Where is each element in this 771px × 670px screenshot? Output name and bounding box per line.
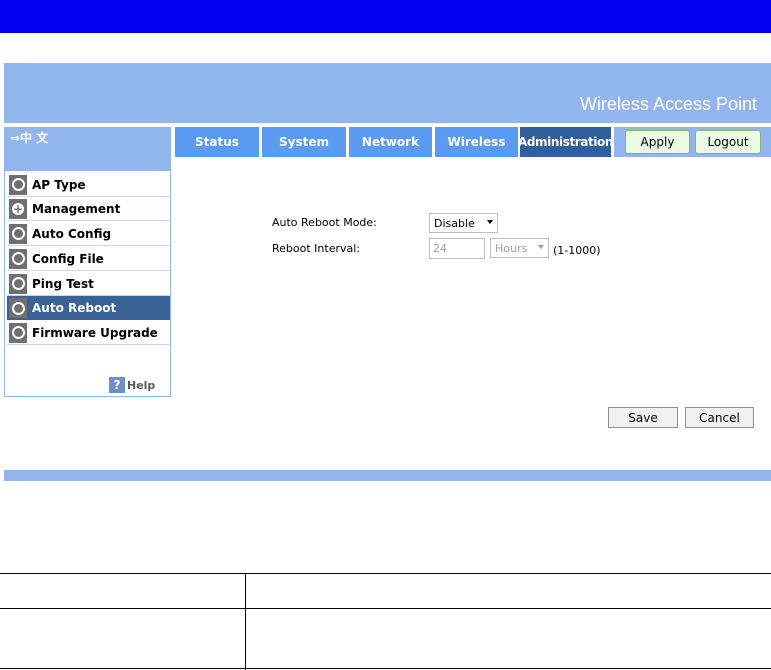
table-top-line bbox=[0, 573, 771, 574]
auto-reboot-mode-value: Disable bbox=[434, 216, 475, 230]
tab-wireless[interactable]: Wireless bbox=[435, 127, 518, 157]
tab-administration[interactable]: Administration bbox=[517, 127, 614, 157]
tab-system[interactable]: System bbox=[262, 127, 346, 157]
tab-system-label: System bbox=[279, 135, 329, 149]
cancel-button[interactable]: Cancel bbox=[685, 407, 754, 428]
table-bottom-line bbox=[0, 668, 771, 669]
chevron-down-icon bbox=[487, 220, 493, 224]
ring-icon bbox=[9, 248, 27, 269]
tab-status[interactable]: Status bbox=[175, 127, 259, 157]
help-link[interactable]: ? Help bbox=[109, 377, 155, 393]
help-label: Help bbox=[127, 378, 156, 392]
apply-button[interactable]: Apply bbox=[625, 130, 690, 154]
plus-icon: + bbox=[9, 198, 27, 219]
ring-icon bbox=[9, 223, 27, 244]
sidebar-item-label: Ping Test bbox=[32, 276, 94, 291]
chevron-down-icon bbox=[538, 245, 544, 249]
sidebar-item-ping-test[interactable]: Ping Test bbox=[7, 272, 170, 296]
sidebar-item-label: AP Type bbox=[32, 177, 86, 192]
tab-wireless-label: Wireless bbox=[447, 135, 506, 149]
auto-reboot-mode-label: Auto Reboot Mode: bbox=[272, 216, 377, 229]
sidebar-item-label: Firmware Upgrade bbox=[32, 325, 158, 340]
sidebar-item-ap-type[interactable]: AP Type bbox=[7, 173, 170, 197]
help-icon: ? bbox=[109, 377, 125, 393]
sidebar-header bbox=[4, 157, 171, 171]
auto-reboot-mode-select[interactable]: Disable bbox=[429, 213, 498, 233]
banner: Wireless Access Point bbox=[4, 63, 771, 123]
footer-bar bbox=[4, 470, 771, 481]
sidebar-item-label: Auto Reboot bbox=[32, 301, 117, 315]
reboot-interval-label: Reboot Interval: bbox=[272, 242, 360, 255]
sidebar: AP Type + Management Auto Config Config … bbox=[4, 171, 171, 397]
ring-icon bbox=[9, 273, 27, 294]
sidebar-item-label: Config File bbox=[32, 251, 104, 266]
table-header-line bbox=[0, 608, 771, 609]
sidebar-item-auto-reboot[interactable]: Auto Reboot bbox=[7, 296, 170, 320]
sidebar-item-label: Auto Config bbox=[32, 226, 112, 241]
sidebar-item-auto-config[interactable]: Auto Config bbox=[7, 222, 170, 246]
reboot-interval-unit-value: Hours bbox=[495, 241, 528, 255]
tab-status-label: Status bbox=[195, 135, 239, 149]
table-column-divider bbox=[245, 573, 246, 670]
ring-icon bbox=[9, 298, 27, 318]
language-row: ⇒中 文 bbox=[4, 127, 171, 157]
reboot-interval-input[interactable]: 24 bbox=[429, 238, 485, 259]
save-button[interactable]: Save bbox=[608, 407, 678, 428]
sidebar-item-config-file[interactable]: Config File bbox=[7, 247, 170, 271]
tab-network-label: Network bbox=[361, 135, 420, 149]
language-link[interactable]: ⇒中 文 bbox=[10, 129, 48, 146]
top-bar bbox=[0, 0, 771, 33]
ring-icon bbox=[9, 174, 27, 195]
ring-icon bbox=[9, 322, 27, 343]
document-table bbox=[0, 573, 771, 670]
sidebar-item-label: Management bbox=[32, 201, 121, 216]
tab-administration-label: Administration bbox=[517, 135, 614, 149]
tab-network[interactable]: Network bbox=[349, 127, 432, 157]
sidebar-item-management[interactable]: + Management bbox=[7, 197, 170, 221]
logout-button[interactable]: Logout bbox=[695, 130, 761, 154]
reboot-interval-range: (1-1000) bbox=[553, 244, 601, 257]
banner-title: Wireless Access Point bbox=[579, 94, 757, 114]
sidebar-item-firmware-upgrade[interactable]: Firmware Upgrade bbox=[7, 321, 170, 345]
reboot-interval-unit-select[interactable]: Hours bbox=[490, 238, 549, 258]
